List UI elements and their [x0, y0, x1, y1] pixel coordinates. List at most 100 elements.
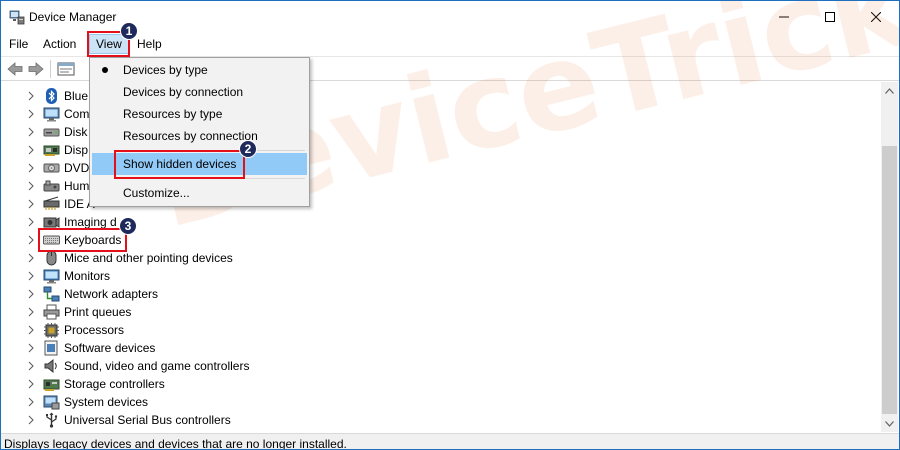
- menu-file[interactable]: File: [3, 35, 34, 53]
- chevron-right-icon[interactable]: [26, 162, 36, 174]
- chevron-right-icon[interactable]: [26, 198, 36, 210]
- menu-item-resources-by-type[interactable]: Resources by type: [92, 103, 307, 125]
- tree-item-processors[interactable]: Processors: [1, 321, 881, 339]
- tree-item-label: Software devices: [64, 341, 156, 355]
- bluetooth-icon: [43, 88, 60, 104]
- chevron-right-icon[interactable]: [26, 324, 36, 336]
- tree-item-label: Storage controllers: [64, 377, 165, 391]
- menu-help[interactable]: Help: [131, 35, 168, 53]
- chevron-right-icon[interactable]: [26, 360, 36, 372]
- menu-item-label: Resources by type: [123, 107, 223, 121]
- menu-action[interactable]: Action: [37, 35, 82, 53]
- tree-item-mice-and-other-pointing-devices[interactable]: Mice and other pointing devices: [1, 249, 881, 267]
- speaker-icon: [43, 358, 60, 374]
- menu-item-resources-by-connection[interactable]: Resources by connection: [92, 125, 307, 147]
- printer-icon: [43, 304, 60, 320]
- scroll-down-button[interactable]: [881, 415, 898, 432]
- dvd-drive-icon: [43, 160, 60, 176]
- chevron-right-icon[interactable]: [26, 342, 36, 354]
- tree-item-system-devices[interactable]: System devices: [1, 393, 881, 411]
- chevron-up-icon: [885, 87, 894, 94]
- maximize-button[interactable]: [807, 1, 853, 33]
- chevron-right-icon[interactable]: [26, 180, 36, 192]
- status-text: Displays legacy devices and devices that…: [4, 437, 347, 450]
- menu-item-devices-by-type[interactable]: Devices by type: [92, 59, 307, 81]
- tree-item-software-devices[interactable]: Software devices: [1, 339, 881, 357]
- tree-item-label: Disp: [64, 143, 89, 157]
- usb-icon: [43, 412, 60, 428]
- mouse-icon: [43, 250, 60, 266]
- network-adapter-icon: [43, 286, 60, 302]
- toolbar-separator: [50, 60, 51, 78]
- ide-controller-icon: [43, 196, 60, 212]
- status-bar: Displays legacy devices and devices that…: [1, 433, 899, 450]
- tree-item-storage-controllers[interactable]: Storage controllers: [1, 375, 881, 393]
- tree-item-label: Processors: [64, 323, 125, 337]
- processor-icon: [43, 322, 60, 338]
- chevron-right-icon[interactable]: [26, 108, 36, 120]
- chevron-right-icon[interactable]: [26, 234, 36, 246]
- properties-pane-icon[interactable]: [57, 61, 75, 77]
- chevron-right-icon[interactable]: [26, 288, 36, 300]
- chevron-right-icon[interactable]: [26, 126, 36, 138]
- callout-box-keyboards: [38, 228, 127, 252]
- tree-item-universal-serial-bus-controllers[interactable]: Universal Serial Bus controllers: [1, 411, 881, 429]
- menu-item-label: Devices by type: [123, 63, 208, 77]
- close-icon: [871, 12, 881, 22]
- minimize-button[interactable]: [761, 1, 807, 33]
- chevron-right-icon[interactable]: [26, 216, 36, 228]
- chevron-right-icon[interactable]: [26, 90, 36, 102]
- menu-item-label: Devices by connection: [123, 85, 244, 99]
- menu-item-label: Resources by connection: [123, 129, 258, 143]
- chevron-right-icon[interactable]: [26, 306, 36, 318]
- tree-item-sound-video-and-game-controllers[interactable]: Sound, video and game controllers: [1, 357, 881, 375]
- chevron-right-icon[interactable]: [26, 414, 36, 426]
- tree-item-keyboards[interactable]: Keyboards: [1, 231, 881, 249]
- tree-item-label: Universal Serial Bus controllers: [64, 413, 231, 427]
- view-dropdown-menu: Devices by type Devices by connection Re…: [89, 57, 310, 207]
- menu-item-customize[interactable]: Customize...: [92, 182, 307, 204]
- tree-item-label: Network adapters: [64, 287, 159, 301]
- tree-item-label: System devices: [64, 395, 149, 409]
- chevron-right-icon[interactable]: [26, 144, 36, 156]
- chevron-right-icon[interactable]: [26, 270, 36, 282]
- tree-item-label: Blue: [64, 89, 89, 103]
- step-badge-2: 2: [239, 140, 257, 158]
- system-device-icon: [43, 394, 60, 410]
- menu-item-devices-by-connection[interactable]: Devices by connection: [92, 81, 307, 103]
- tree-item-label: Mice and other pointing devices: [64, 251, 233, 265]
- tree-item-label: DVD: [64, 161, 90, 175]
- computer-icon: [43, 106, 60, 122]
- menu-item-label: Customize...: [123, 186, 190, 200]
- forward-arrow-icon[interactable]: [27, 61, 45, 77]
- window-title: Device Manager: [29, 10, 117, 24]
- tree-item-label: Imaging d: [64, 215, 117, 229]
- tree-item-network-adapters[interactable]: Network adapters: [1, 285, 881, 303]
- back-arrow-icon[interactable]: [6, 61, 24, 77]
- tree-item-label: Hum: [64, 179, 90, 193]
- device-manager-icon: [9, 10, 25, 25]
- tree-item-label: Sound, video and game controllers: [64, 359, 250, 373]
- chevron-right-icon[interactable]: [26, 396, 36, 408]
- close-button[interactable]: [853, 1, 899, 33]
- chevron-right-icon[interactable]: [26, 252, 36, 264]
- tree-item-label: Monitors: [64, 269, 111, 283]
- vertical-scrollbar[interactable]: [881, 82, 898, 432]
- disk-drive-icon: [43, 124, 60, 140]
- tree-item-label: Com: [64, 107, 90, 121]
- step-badge-1: 1: [120, 22, 138, 40]
- tree-item-print-queues[interactable]: Print queues: [1, 303, 881, 321]
- tree-item-label: Disk: [64, 125, 88, 139]
- chevron-down-icon: [885, 420, 894, 427]
- minimize-icon: [779, 16, 789, 18]
- scroll-thumb[interactable]: [882, 146, 897, 414]
- radio-bullet-icon: [102, 67, 108, 73]
- maximize-icon: [825, 12, 835, 22]
- step-badge-3: 3: [119, 217, 137, 235]
- display-adapter-icon: [43, 142, 60, 158]
- storage-controller-icon: [43, 376, 60, 392]
- tree-item-monitors[interactable]: Monitors: [1, 267, 881, 285]
- chevron-right-icon[interactable]: [26, 378, 36, 390]
- scroll-up-button[interactable]: [881, 82, 898, 99]
- software-device-icon: [43, 340, 60, 356]
